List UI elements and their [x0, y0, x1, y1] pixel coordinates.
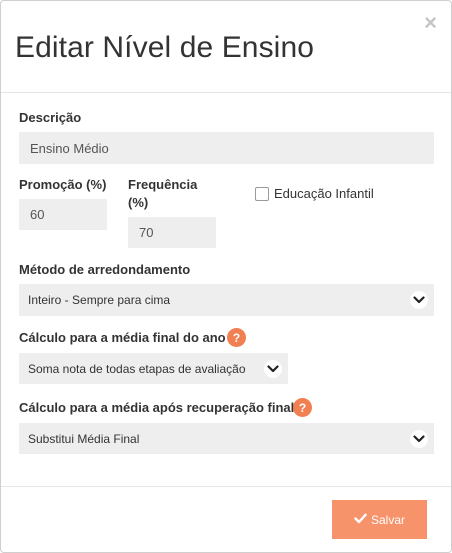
calculo-recuperacao-select-value: Substitui Média Final — [28, 431, 140, 446]
promocao-label: Promoção (%) — [19, 177, 107, 192]
metodo-select[interactable]: Inteiro - Sempre para cima — [19, 284, 434, 316]
header-divider — [1, 92, 451, 93]
modal-title: Editar Nível de Ensino — [15, 31, 315, 64]
calculo-recuperacao-label: Cálculo para a média após recuperação fi… — [19, 400, 295, 415]
frequencia-label: Frequência (%) — [128, 177, 198, 210]
edit-modal: × Editar Nível de Ensino Descrição Ensin… — [0, 0, 452, 553]
calculo-final-select[interactable]: Soma nota de todas etapas de avaliação — [19, 353, 288, 384]
chevron-down-icon — [410, 429, 428, 448]
educacao-infantil-checkbox[interactable] — [255, 187, 269, 201]
educacao-infantil-label: Educação Infantil — [274, 186, 374, 201]
help-icon[interactable]: ? — [293, 398, 312, 417]
close-icon[interactable]: × — [424, 12, 437, 34]
descricao-input[interactable]: Ensino Médio — [19, 132, 434, 164]
promocao-input[interactable]: 60 — [19, 199, 107, 230]
calculo-final-select-value: Soma nota de todas etapas de avaliação — [28, 361, 246, 376]
metodo-label: Método de arredondamento — [19, 262, 191, 277]
footer-divider — [1, 486, 451, 487]
metodo-select-value: Inteiro - Sempre para cima — [28, 293, 171, 307]
frequencia-input[interactable]: 70 — [128, 217, 216, 248]
descricao-label: Descrição — [19, 110, 82, 125]
save-button[interactable]: Salvar — [332, 500, 427, 539]
help-icon[interactable]: ? — [227, 328, 246, 347]
calculo-recuperacao-select[interactable]: Substitui Média Final — [19, 423, 434, 454]
check-icon — [354, 513, 367, 527]
calculo-final-label: Cálculo para a média final do ano — [19, 330, 226, 345]
chevron-down-icon — [264, 359, 282, 378]
save-button-label: Salvar — [370, 512, 405, 527]
chevron-down-icon — [410, 291, 428, 309]
